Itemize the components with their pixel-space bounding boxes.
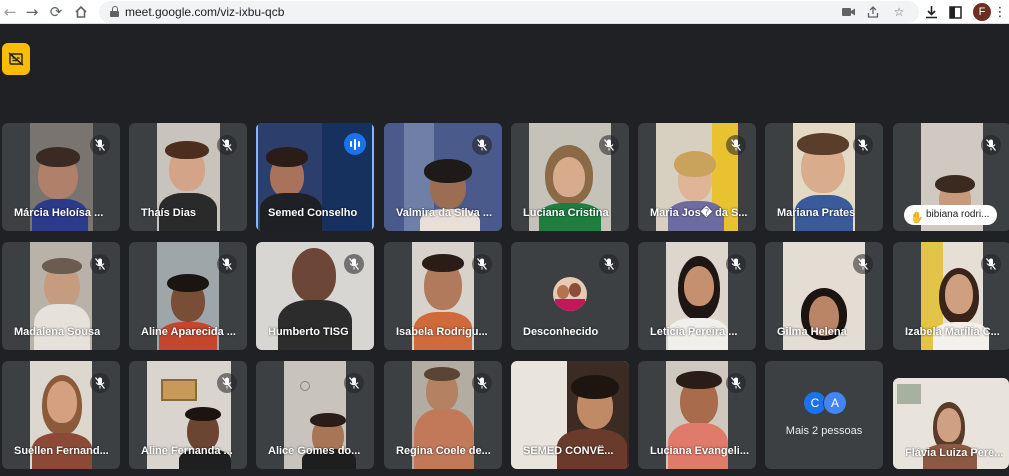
mic-off-icon	[344, 373, 364, 393]
participant-tile[interactable]: Valmira da Silva ...	[384, 123, 502, 231]
camera-icon[interactable]	[841, 4, 857, 20]
mic-off-icon	[217, 373, 237, 393]
participant-tile[interactable]: SEMED CONVÊ...	[511, 361, 629, 469]
participant-tile[interactable]: Thaís Dias	[129, 123, 247, 231]
participant-name: Valmira da Silva ...	[396, 207, 492, 219]
participant-tile[interactable]: Aline Fernanda ...	[129, 361, 247, 469]
participant-tile[interactable]: Aline Aparecida ...	[129, 242, 247, 350]
participant-name: Aline Aparecida ...	[141, 326, 236, 338]
participant-name: SEMED CONVÊ...	[523, 445, 614, 457]
participant-tile[interactable]: Gilma Helena	[765, 242, 883, 350]
mic-off-icon	[853, 135, 873, 155]
participant-name: Maria Jos� da S...	[650, 207, 748, 219]
participant-tile[interactable]: Luciana Cristina	[511, 123, 629, 231]
participant-tile[interactable]: Madalena Sousa	[2, 242, 120, 350]
participant-name: Flávia Luiza Pere...	[905, 447, 1004, 459]
profile-avatar[interactable]: F	[973, 3, 991, 21]
mic-off-icon	[981, 254, 1001, 274]
participant-tile[interactable]: Maria Jos� da S...	[638, 123, 756, 231]
mic-off-icon	[853, 254, 873, 274]
mic-off-icon	[344, 254, 364, 274]
avatar: A	[823, 391, 847, 415]
bookmark-star-icon[interactable]: ☆	[891, 4, 907, 20]
participant-tile[interactable]: Mariana Prates	[765, 123, 883, 231]
url-text[interactable]: meet.google.com/viz-ixbu-qcb	[125, 5, 284, 19]
participant-tile[interactable]: Luciana Evangeli...	[638, 361, 756, 469]
overflow-participants-tile[interactable]: C A Mais 2 pessoas	[765, 361, 883, 469]
participant-name: Izabela Marília C...	[905, 326, 1000, 338]
participant-name: Madalena Sousa	[14, 326, 101, 338]
participant-tile[interactable]: Márcia Heloísa ...	[2, 123, 120, 231]
participant-tile[interactable]: Alice Gomes do...	[256, 361, 374, 469]
participant-name: Desconhecido	[523, 326, 599, 338]
back-arrow-icon[interactable]: ←	[0, 2, 20, 22]
lock-icon[interactable]	[110, 6, 119, 17]
participant-tile[interactable]: ✋ bibiana rodri...	[893, 123, 1009, 231]
captions-off-icon	[8, 52, 24, 66]
download-icon[interactable]	[922, 3, 940, 21]
mic-off-icon	[726, 373, 746, 393]
participant-name: bibiana rodri...	[926, 209, 990, 220]
browser-toolbar: ← → ⟳ meet.google.com/viz-ixbu-qcb ☆ F ⋮	[0, 0, 1009, 24]
participant-name: Gilma Helena	[777, 326, 847, 338]
captions-off-button[interactable]	[2, 43, 30, 75]
participant-name: Alice Gomes do...	[268, 445, 361, 457]
participant-name: Humberto TISG	[268, 326, 349, 338]
share-icon[interactable]	[865, 4, 881, 20]
participant-name: Mariana Prates	[777, 207, 856, 219]
more-vert-icon[interactable]: ⋮	[994, 3, 1007, 21]
participant-tile[interactable]: Desconhecido	[511, 242, 629, 350]
participant-tile[interactable]: Semed Conselho	[256, 123, 374, 231]
address-bar[interactable]: meet.google.com/viz-ixbu-qcb ☆	[99, 1, 919, 23]
side-panel-icon[interactable]	[946, 3, 964, 21]
participant-name: Isabela Rodrigu...	[396, 326, 488, 338]
mic-off-icon	[599, 254, 619, 274]
mic-off-icon	[90, 373, 110, 393]
participant-name: Regina Coele de...	[396, 445, 491, 457]
mic-off-icon	[217, 254, 237, 274]
mic-off-icon	[472, 135, 492, 155]
participant-tile[interactable]: Regina Coele de...	[384, 361, 502, 469]
participant-name: Semed Conselho	[268, 207, 358, 219]
participant-name: Luciana Evangeli...	[650, 445, 750, 457]
participant-tile[interactable]: Flávia Luiza Pere...	[893, 378, 1009, 469]
overflow-label: Mais 2 pessoas	[785, 425, 863, 437]
participant-tile[interactable]: Suellen Fernand...	[2, 361, 120, 469]
participant-name: Aline Fernanda ...	[141, 445, 233, 457]
home-icon[interactable]	[71, 2, 91, 22]
forward-arrow-icon[interactable]: →	[22, 2, 42, 22]
raised-hand-icon: ✋	[910, 211, 924, 224]
participant-name: Leticia Pereira ...	[650, 326, 738, 338]
participant-tile[interactable]: Leticia Pereira ...	[638, 242, 756, 350]
mic-off-icon	[726, 135, 746, 155]
mic-off-icon	[472, 254, 492, 274]
reload-icon[interactable]: ⟳	[46, 2, 66, 22]
participant-name: Luciana Cristina	[523, 207, 609, 219]
mic-off-icon	[472, 373, 492, 393]
participant-name: Thaís Dias	[141, 207, 197, 219]
mic-off-icon	[90, 135, 110, 155]
participant-tile[interactable]: Humberto TISG	[256, 242, 374, 350]
mic-off-icon	[599, 135, 619, 155]
mic-off-icon	[217, 135, 237, 155]
mic-off-icon	[90, 254, 110, 274]
participant-tile[interactable]: Izabela Marília C...	[893, 242, 1009, 350]
mic-off-icon	[981, 135, 1001, 155]
mic-off-icon	[726, 254, 746, 274]
avatar	[553, 277, 587, 311]
participant-name: Suellen Fernand...	[14, 445, 109, 457]
participant-name: Márcia Heloísa ...	[14, 207, 104, 219]
participant-tile[interactable]: Isabela Rodrigu...	[384, 242, 502, 350]
speaking-indicator-icon	[344, 133, 366, 155]
raised-hand-badge: ✋ bibiana rodri...	[904, 205, 998, 225]
